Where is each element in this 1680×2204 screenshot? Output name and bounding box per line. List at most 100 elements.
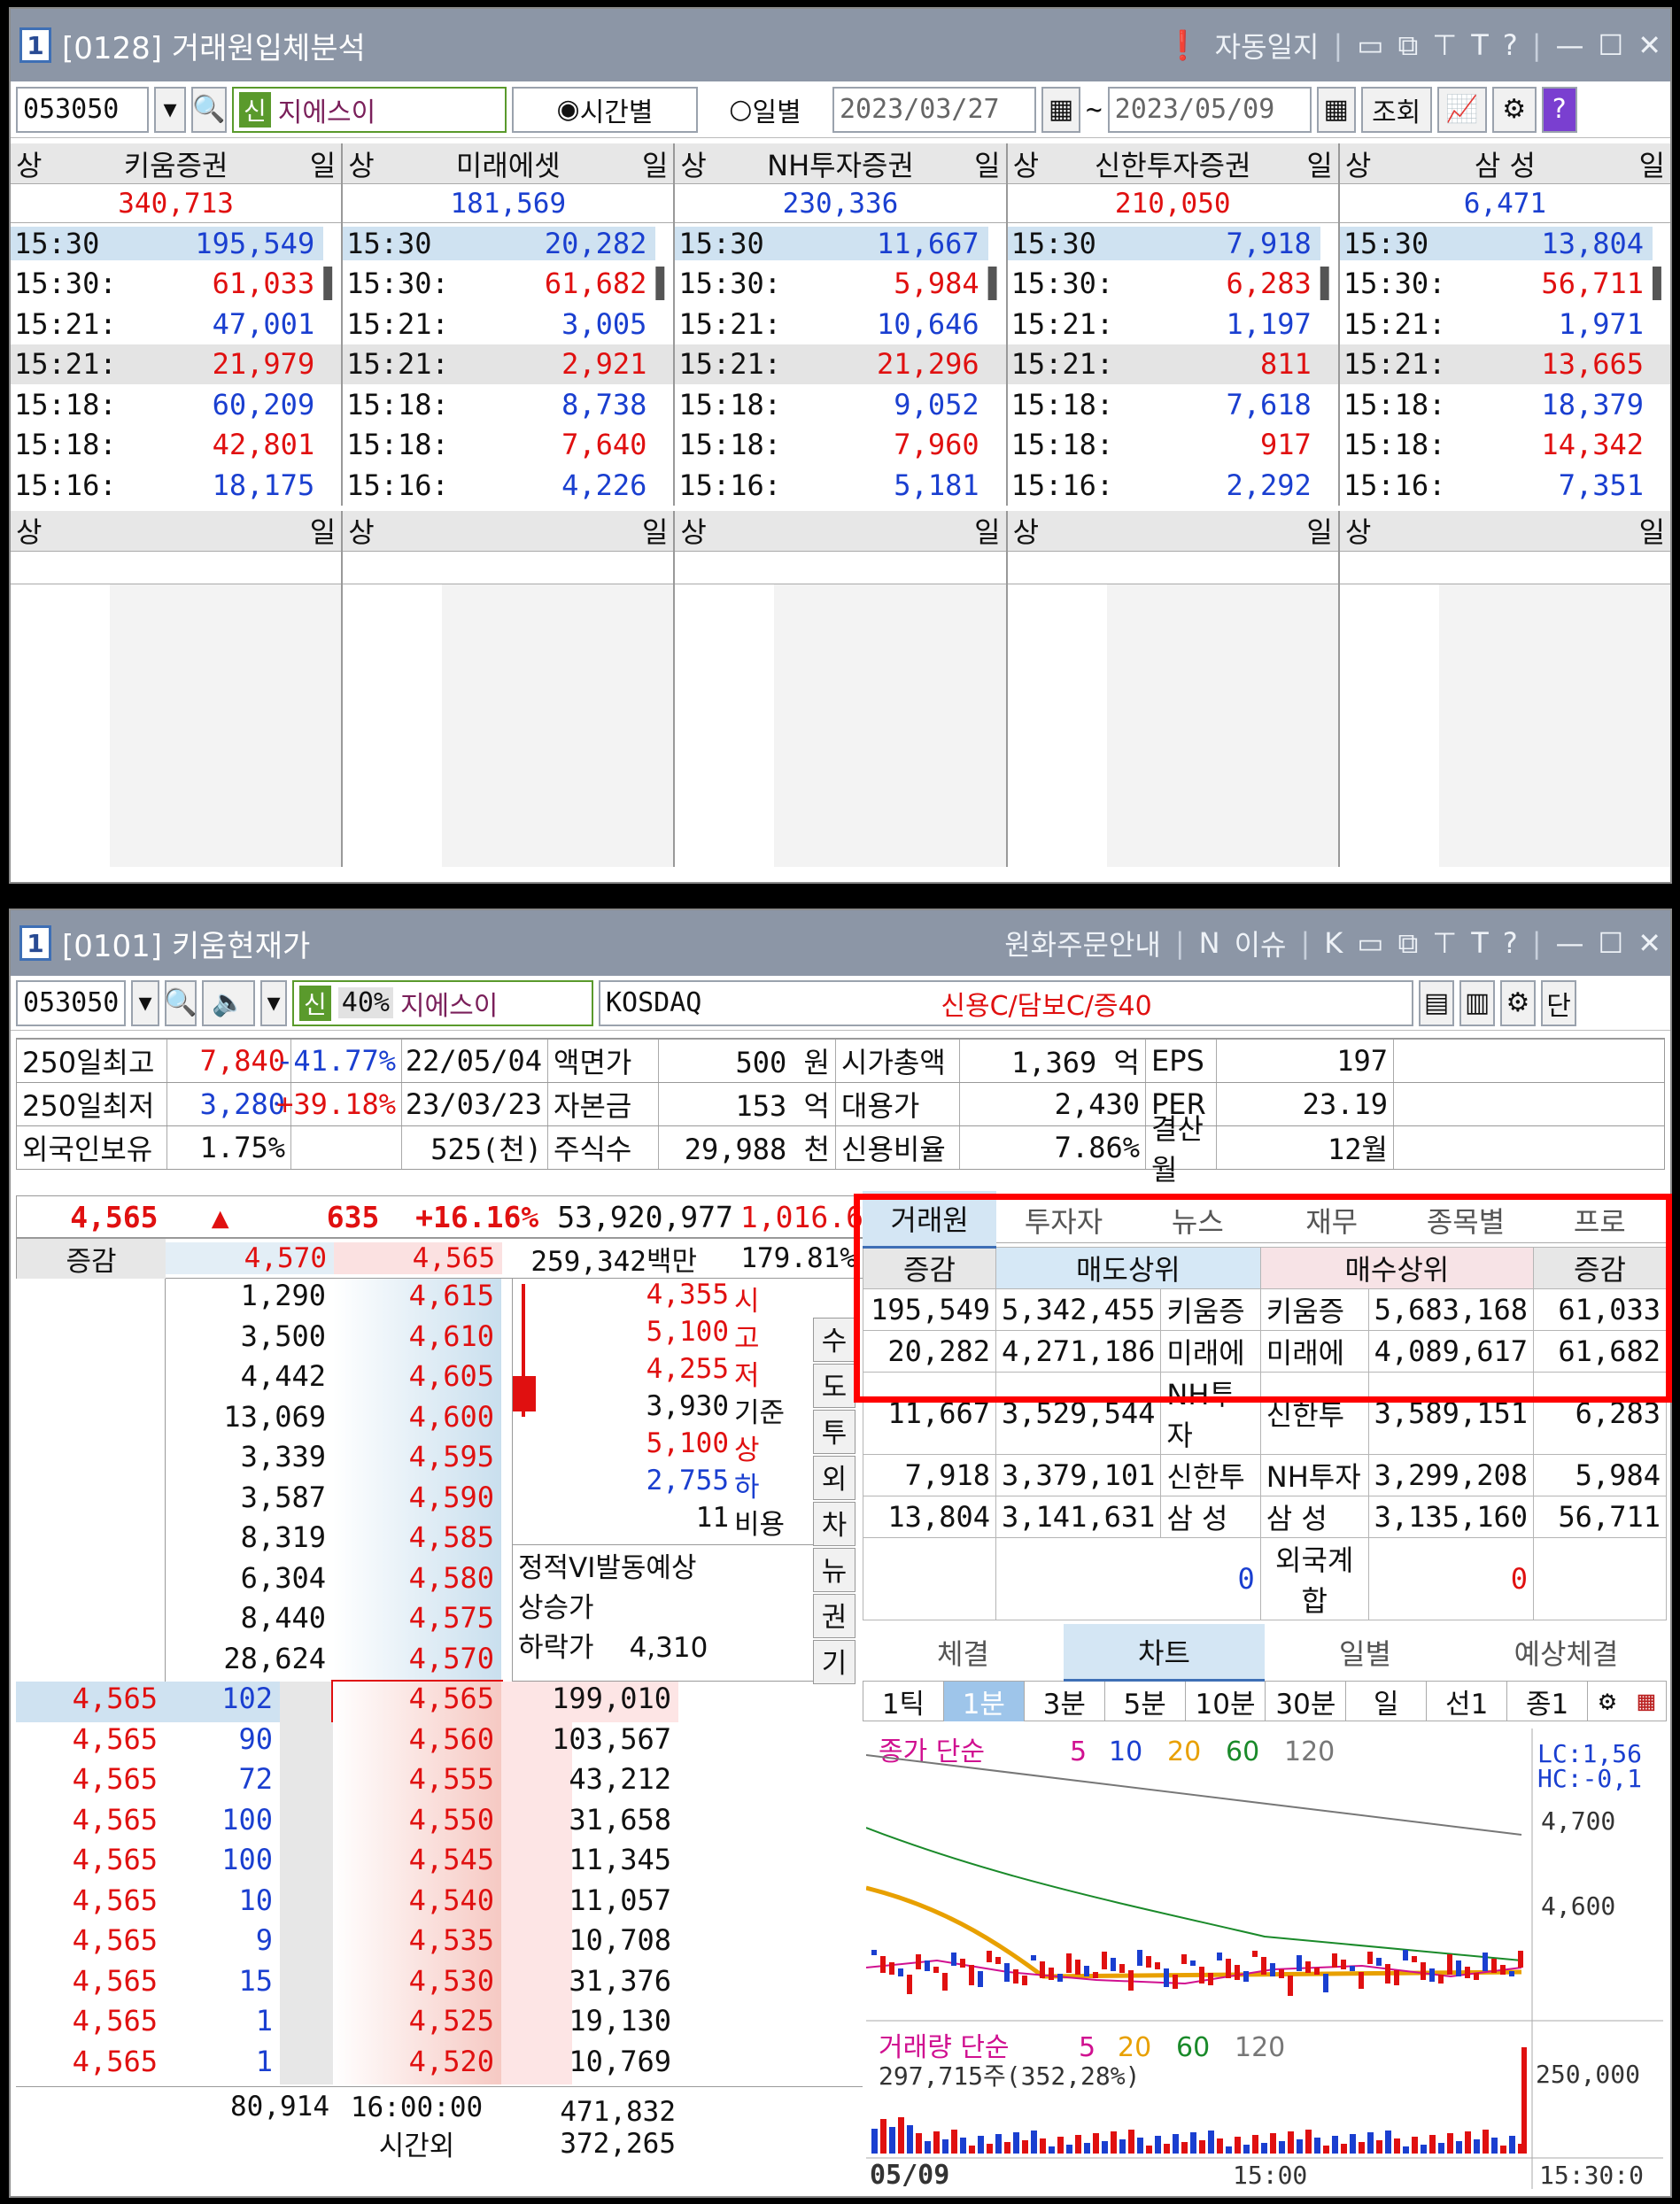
broker-header-empty[interactable]: 상일 bbox=[1007, 510, 1338, 552]
maximize-icon[interactable]: ☐ bbox=[1599, 28, 1624, 62]
bid-row[interactable]: 4,565 9 4,535 10,708 bbox=[16, 1923, 864, 1964]
scrollbar-icon[interactable]: ▌ bbox=[988, 267, 1006, 300]
trade-row[interactable]: 15:21: 811 bbox=[1007, 344, 1338, 384]
trade-row[interactable]: 15:30: 6,283 ▌ bbox=[1008, 264, 1338, 305]
trade-row[interactable]: 15:16: 2,292 bbox=[1008, 465, 1338, 506]
help-button[interactable]: ? bbox=[1541, 86, 1577, 133]
side-tab[interactable]: 차 bbox=[813, 1502, 855, 1546]
trade-row[interactable]: 15:30: 61,033 ▌ bbox=[11, 264, 341, 305]
chart-icon[interactable]: 📈 bbox=[1436, 86, 1487, 133]
trade-row[interactable]: 15:21: 2,921 bbox=[343, 344, 674, 384]
interval-tab[interactable]: 30분 bbox=[1266, 1681, 1347, 1721]
bid-row[interactable]: 4,565 15 4,530 31,376 bbox=[16, 1963, 864, 2004]
single-button[interactable]: 단 bbox=[1541, 979, 1576, 1026]
restore-icon[interactable]: ▭ bbox=[1357, 926, 1383, 960]
table-row[interactable]: 13,804 3,141,631 삼 성삼 성 3,135,160 56,711 bbox=[863, 1496, 1667, 1538]
stock-name-field[interactable]: 신 40% 지에스이 bbox=[292, 979, 593, 1026]
interval-tab[interactable]: 5분 bbox=[1105, 1681, 1186, 1721]
trade-row[interactable]: 15:30: 195,549 bbox=[11, 223, 341, 264]
gear-icon[interactable]: ⚙ bbox=[1588, 1685, 1627, 1717]
ask-row[interactable]: 1,290 4,615 bbox=[16, 1279, 512, 1319]
trade-row[interactable]: 15:18: 8,738 bbox=[343, 384, 673, 425]
lower-tab-0[interactable]: 체결 bbox=[863, 1625, 1064, 1680]
lower-tab-1[interactable]: 차트 bbox=[1064, 1623, 1265, 1682]
window-titlebar[interactable]: 1 [0101] 키움현재가 원화주문안내 | N 이슈 | K ▭ ⧉ ⊤ T… bbox=[11, 910, 1670, 976]
order-guide-link[interactable]: 원화주문안내 bbox=[1004, 923, 1161, 963]
chevron-down-icon[interactable]: ▾ bbox=[260, 979, 287, 1026]
auto-journal-link[interactable]: 자동일지 bbox=[1215, 25, 1320, 66]
trade-row[interactable]: 15:21: 21,979 bbox=[11, 344, 342, 384]
gear-icon[interactable]: ⚙ bbox=[1500, 979, 1536, 1026]
ask-row[interactable]: 13,069 4,600 bbox=[16, 1399, 512, 1440]
side-tab[interactable]: 수 bbox=[813, 1318, 855, 1362]
scrollbar-icon[interactable]: ▌ bbox=[323, 267, 341, 300]
bid-row[interactable]: 4,565 102 4,565 199,010 bbox=[16, 1680, 864, 1724]
bid-row[interactable]: 4,565 72 4,555 43,212 bbox=[16, 1762, 864, 1803]
trade-row[interactable]: 15:18: 9,052 bbox=[675, 384, 1005, 425]
radio-daily[interactable]: ○ 일별 bbox=[703, 86, 827, 133]
tab-4[interactable]: 종목별 bbox=[1398, 1193, 1532, 1248]
interval-tab[interactable]: 3분 bbox=[1025, 1681, 1105, 1721]
issue-link[interactable]: 이슈 bbox=[1235, 923, 1287, 963]
bid-row[interactable]: 4,565 100 4,550 31,658 bbox=[16, 1802, 864, 1843]
search-icon[interactable]: 🔍 bbox=[164, 979, 197, 1026]
chevron-down-icon[interactable]: ▾ bbox=[131, 979, 159, 1026]
trade-row[interactable]: 15:21: 10,646 bbox=[675, 304, 1005, 344]
layout2-icon[interactable]: ▥ bbox=[1459, 979, 1495, 1026]
tab-3[interactable]: 재무 bbox=[1265, 1193, 1398, 1248]
speaker-icon[interactable]: 🔈 bbox=[202, 979, 255, 1026]
tab-1[interactable]: 투자자 bbox=[996, 1193, 1130, 1248]
font-icon[interactable]: T bbox=[1471, 926, 1489, 960]
lower-tab-2[interactable]: 일별 bbox=[1265, 1625, 1466, 1680]
flag-icon[interactable]: ▦ bbox=[1627, 1685, 1666, 1717]
table-row[interactable]: 20,282 4,271,186 미래에 미래에 4,089,617 61,682 bbox=[863, 1330, 1667, 1373]
table-row[interactable]: 11,667 3,529,544 NH투자 신한투 3,589,151 6,283 bbox=[863, 1372, 1667, 1455]
tab-2[interactable]: 뉴스 bbox=[1131, 1193, 1265, 1248]
trade-row[interactable]: 15:30: 61,682 ▌ bbox=[343, 264, 673, 305]
help-icon[interactable]: ? bbox=[1503, 926, 1518, 960]
radio-time[interactable]: ◉ 시간별 bbox=[512, 86, 698, 133]
broker-header[interactable]: 상 NH투자증권 일 bbox=[675, 143, 1006, 184]
trade-row[interactable]: 15:21: 21,296 bbox=[675, 344, 1006, 384]
table-row[interactable]: 7,918 3,379,101 신한투 NH투자 3,299,208 5,984 bbox=[863, 1454, 1667, 1496]
trade-row[interactable]: 15:16: 18,175 bbox=[11, 465, 341, 506]
query-button[interactable]: 조회 bbox=[1360, 86, 1432, 133]
broker-header-empty[interactable]: 상일 bbox=[1339, 510, 1671, 552]
trade-row[interactable]: 15:18: 14,342 bbox=[1340, 425, 1670, 466]
trade-row[interactable]: 15:21: 3,005 bbox=[343, 304, 673, 344]
maximize-icon[interactable]: ☐ bbox=[1599, 926, 1624, 960]
gear-icon[interactable]: ⚙ bbox=[1491, 86, 1537, 133]
kiwoom-icon[interactable]: K bbox=[1324, 926, 1343, 960]
trade-row[interactable]: 15:18: 917 bbox=[1008, 425, 1338, 466]
minimize-icon[interactable]: — bbox=[1556, 28, 1584, 62]
search-icon[interactable]: 🔍 bbox=[191, 86, 227, 133]
close-icon[interactable]: ✕ bbox=[1637, 28, 1661, 62]
alert-icon[interactable]: ❗ bbox=[1165, 28, 1201, 62]
trade-row[interactable]: 15:18: 7,960 bbox=[675, 425, 1005, 466]
ask-row[interactable]: 4,442 4,605 bbox=[16, 1359, 512, 1400]
ask-row[interactable]: 3,587 4,590 bbox=[16, 1480, 512, 1520]
minimize-icon[interactable]: — bbox=[1556, 926, 1584, 960]
font-icon[interactable]: T bbox=[1471, 28, 1489, 62]
calendar-icon[interactable]: ▦ bbox=[1316, 86, 1356, 133]
ask-row[interactable]: 8,319 4,585 bbox=[16, 1520, 512, 1561]
scrollbar-icon[interactable]: ▌ bbox=[1653, 267, 1670, 300]
interval-tab[interactable]: 일 bbox=[1346, 1681, 1428, 1721]
help-icon[interactable]: ? bbox=[1503, 28, 1518, 62]
side-tab[interactable]: 뉴 bbox=[813, 1548, 855, 1592]
scrollbar-icon[interactable]: ▌ bbox=[655, 267, 673, 300]
close-icon[interactable]: ✕ bbox=[1637, 926, 1661, 960]
trade-row[interactable]: 15:30: 13,804 bbox=[1339, 223, 1670, 264]
trade-row[interactable]: 15:30: 7,918 bbox=[1007, 223, 1338, 264]
trade-row[interactable]: 15:18: 60,209 bbox=[11, 384, 341, 425]
trade-row[interactable]: 15:16: 7,351 bbox=[1340, 465, 1670, 506]
trade-row[interactable]: 15:30: 11,667 bbox=[675, 223, 1005, 264]
trade-row[interactable]: 15:18: 7,640 bbox=[343, 425, 673, 466]
trade-row[interactable]: 15:30: 5,984 ▌ bbox=[675, 264, 1005, 305]
calendar-icon[interactable]: ▦ bbox=[1041, 86, 1080, 133]
trade-row[interactable]: 15:16: 5,181 bbox=[675, 465, 1005, 506]
trade-row[interactable]: 15:30: 20,282 bbox=[343, 223, 673, 264]
bid-row[interactable]: 4,565 1 4,520 10,769 bbox=[16, 2044, 864, 2084]
broker-header[interactable]: 상 미래에셋 일 bbox=[343, 143, 674, 184]
side-tab[interactable]: 기 bbox=[813, 1640, 855, 1684]
